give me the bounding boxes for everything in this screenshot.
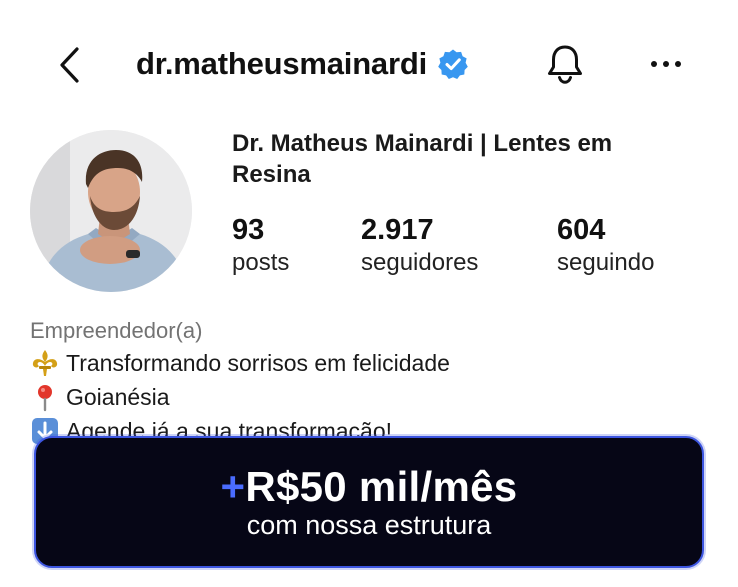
promo-amount-text: R$50 mil/mês — [245, 463, 518, 510]
profile-photo — [30, 130, 192, 292]
profile-display-name: Dr. Matheus Mainardi | Lentes em Resina — [232, 130, 613, 188]
bio-line-text: Goianésia — [66, 384, 170, 410]
promo-subtitle: com nossa estrutura — [246, 510, 492, 540]
profile-avatar[interactable] — [30, 130, 192, 292]
verified-badge-icon — [438, 49, 468, 79]
username-row: dr.matheusmainardi — [136, 42, 469, 86]
bio-line-text: Transformando sorrisos em felicidade — [66, 350, 450, 376]
bio-line-transform: Transformando sorrisos em felicidade — [30, 346, 710, 380]
promo-plus: + — [220, 463, 246, 510]
profile-bio: Empreendedor(a) Transformando sorrisos e… — [30, 316, 710, 448]
back-button[interactable] — [50, 40, 90, 90]
username: dr.matheusmainardi — [136, 46, 427, 81]
bell-icon — [548, 45, 582, 84]
profile-header: dr.matheusmainardi — [0, 0, 738, 128]
posts-label: posts — [232, 249, 290, 276]
more-options-button[interactable] — [640, 44, 692, 84]
promo-banner[interactable]: +R$50 mil/mês com nossa estrutura — [34, 436, 704, 568]
posts-count: 93 — [232, 214, 265, 246]
stat-followers[interactable]: 2.917 seguidores — [361, 212, 478, 278]
bio-line-location: Goianésia — [30, 380, 710, 414]
profile-category: Empreendedor(a) — [30, 318, 203, 343]
stat-posts[interactable]: 93 posts — [232, 212, 289, 278]
following-label: seguindo — [557, 249, 655, 276]
more-horizontal-icon — [651, 61, 681, 67]
followers-label: seguidores — [361, 249, 479, 276]
notifications-button[interactable] — [542, 40, 588, 88]
stat-following[interactable]: 604 seguindo — [557, 212, 654, 278]
promo-amount: +R$50 mil/mês — [221, 464, 518, 510]
fleur-de-lis-icon — [30, 348, 60, 378]
location-pin-icon — [30, 382, 60, 412]
chevron-left-icon — [60, 47, 79, 83]
followers-count: 2.917 — [361, 214, 434, 246]
following-count: 604 — [557, 214, 606, 246]
